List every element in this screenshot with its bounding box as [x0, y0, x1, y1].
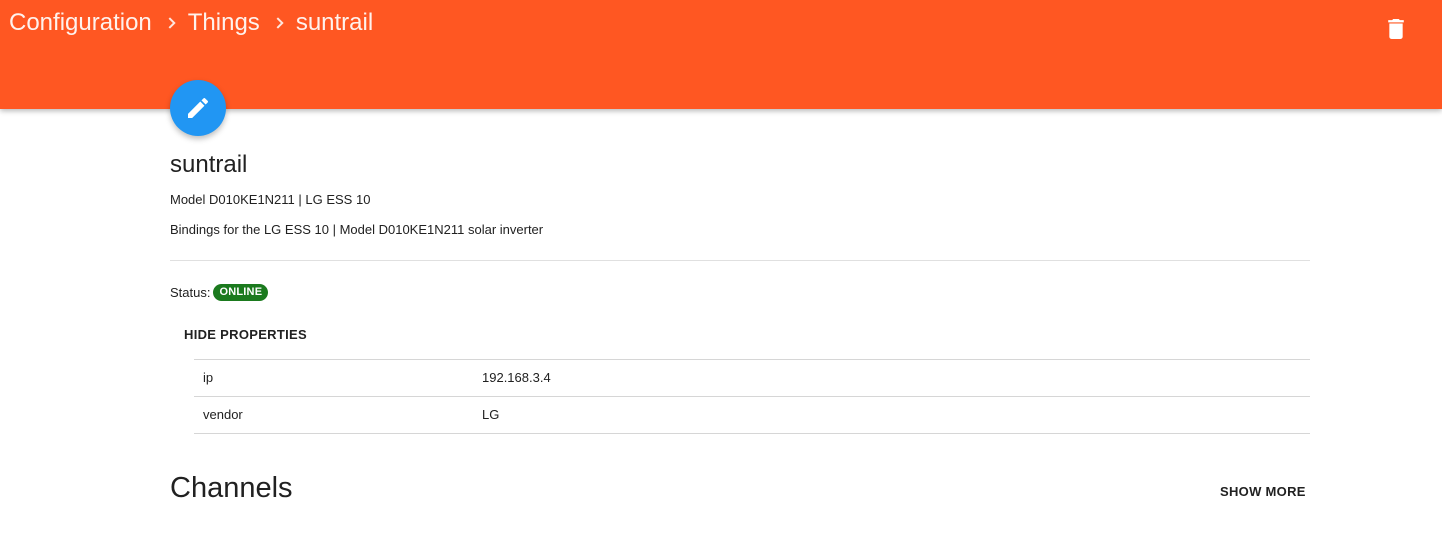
chevron-right-icon: [152, 8, 188, 38]
properties-table: ip 192.168.3.4 vendor LG: [194, 359, 1310, 434]
breadcrumb-current-thing: suntrail: [295, 9, 374, 36]
chevron-right-icon: [260, 8, 296, 38]
breadcrumb-configuration[interactable]: Configuration: [9, 9, 152, 37]
breadcrumb: Configuration Things suntrail: [9, 8, 373, 38]
property-value: 192.168.3.4: [482, 370, 551, 385]
status-label: Status:: [170, 284, 211, 300]
channels-heading: Channels: [170, 472, 293, 504]
delete-button[interactable]: [1379, 12, 1413, 46]
thing-model: Model D010KE1N211 | LG ESS 10: [170, 192, 371, 207]
thing-description: Bindings for the LG ESS 10 | Model D010K…: [170, 222, 544, 237]
table-row: ip 192.168.3.4: [194, 360, 1310, 397]
property-key: ip: [203, 370, 214, 385]
status-badge: ONLINE: [213, 283, 269, 301]
edit-button[interactable]: [170, 80, 226, 136]
breadcrumb-things[interactable]: Things: [188, 9, 260, 37]
section-divider: [170, 260, 1310, 261]
hide-properties-button[interactable]: HIDE PROPERTIES: [184, 327, 307, 342]
show-more-button[interactable]: SHOW MORE: [1220, 484, 1306, 499]
property-key: vendor: [203, 407, 243, 422]
table-row: vendor LG: [194, 397, 1310, 434]
trash-icon: [1388, 19, 1404, 39]
thing-title: suntrail: [170, 151, 248, 178]
status-row: Status: ONLINE: [170, 282, 269, 302]
pencil-icon: [188, 98, 208, 118]
property-value: LG: [482, 407, 500, 422]
